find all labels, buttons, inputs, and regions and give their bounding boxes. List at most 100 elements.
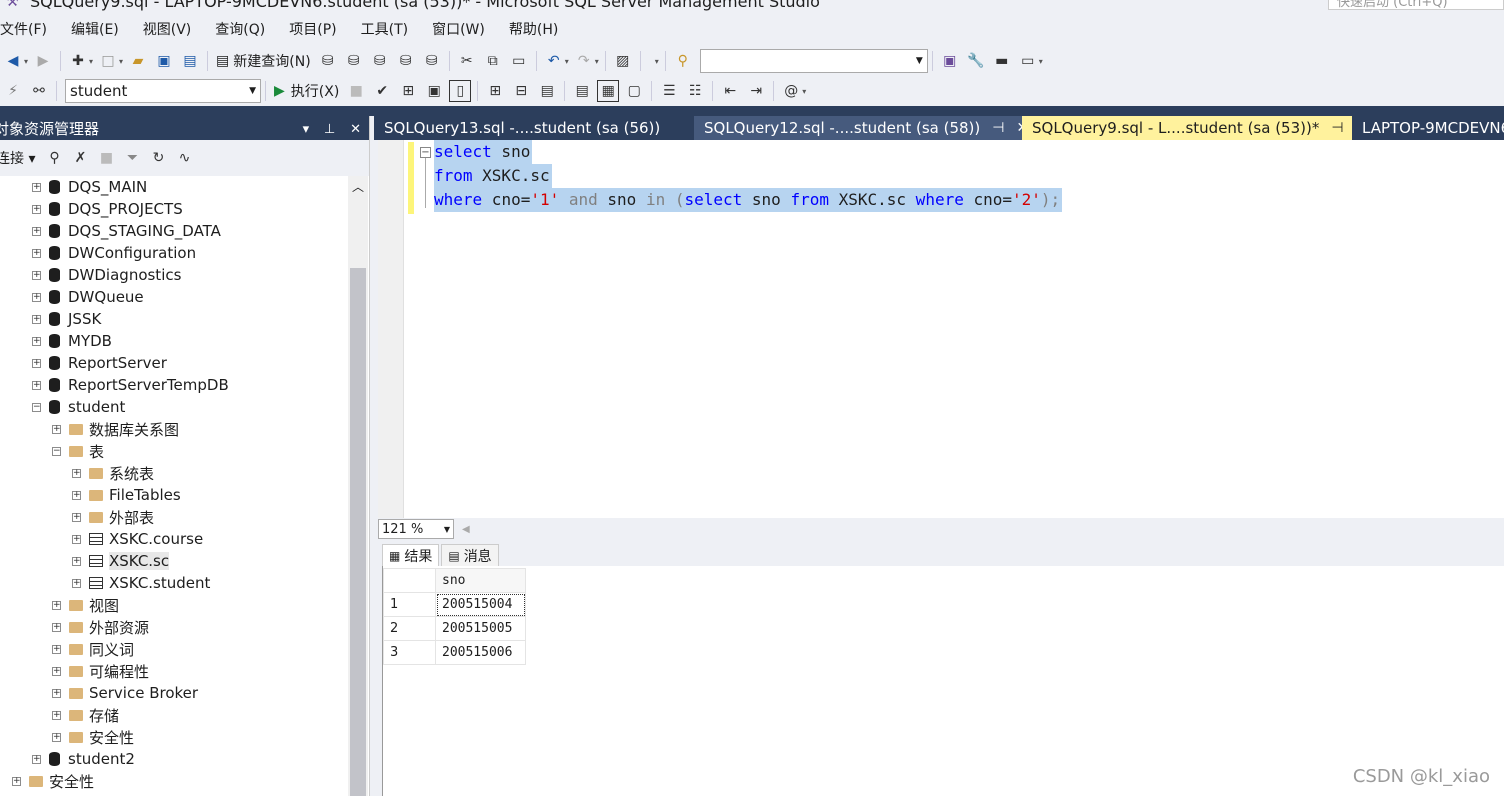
- expand-icon[interactable]: +: [32, 358, 41, 368]
- increase-indent-icon[interactable]: ⇥: [745, 80, 767, 102]
- object-explorer-scrollbar[interactable]: ︿: [348, 176, 368, 796]
- query-icon[interactable]: ⛁: [317, 50, 339, 72]
- tab-sqlquery12[interactable]: SQLQuery12.sql -....student (sa (58))⊣✕: [694, 116, 1028, 140]
- dax-query-icon[interactable]: ⛁: [421, 50, 443, 72]
- undo-dropdown-icon[interactable]: ▾: [565, 57, 569, 66]
- toolbox-icon[interactable]: ▬: [991, 50, 1013, 72]
- tree-node[interactable]: + DQS_MAIN: [32, 176, 147, 198]
- activity-icon[interactable]: ∿: [173, 147, 195, 169]
- disconnect-plug-icon[interactable]: ✗: [69, 147, 91, 169]
- row-number[interactable]: 2: [383, 616, 436, 641]
- console-icon[interactable]: ▭: [1017, 50, 1039, 72]
- tab-messages[interactable]: ▤ 消息: [441, 544, 499, 566]
- back-icon[interactable]: ◀: [2, 50, 24, 72]
- back-dropdown-icon[interactable]: ▾: [24, 57, 28, 66]
- menu-window[interactable]: 窗口(W): [420, 19, 497, 39]
- expand-icon[interactable]: +: [52, 622, 61, 632]
- expand-icon[interactable]: +: [32, 248, 41, 258]
- pin-icon[interactable]: ⊣: [1331, 120, 1343, 136]
- table-row[interactable]: 3 200515006: [383, 640, 526, 665]
- expand-icon[interactable]: +: [52, 424, 61, 434]
- tab-results[interactable]: ▦ 结果: [382, 544, 440, 566]
- client-stats-icon[interactable]: ▤: [536, 80, 558, 102]
- disconnect-icon[interactable]: ⚯: [28, 80, 50, 102]
- expand-icon[interactable]: +: [72, 556, 81, 566]
- dmx-query-icon[interactable]: ⛁: [369, 50, 391, 72]
- menu-edit[interactable]: 编辑(E): [59, 19, 131, 39]
- decrease-indent-icon[interactable]: ⇤: [719, 80, 741, 102]
- column-header-sno[interactable]: sno: [435, 568, 526, 593]
- toolbar-overflow-icon[interactable]: ▾: [1039, 57, 1043, 66]
- find-icon[interactable]: ⚲: [672, 50, 694, 72]
- expand-icon[interactable]: +: [52, 732, 61, 742]
- save-icon[interactable]: ▣: [153, 50, 175, 72]
- tree-node[interactable]: − 表: [52, 440, 104, 462]
- results-to-file2-icon[interactable]: ▢: [623, 80, 645, 102]
- execute-button[interactable]: ▶ 执行(X): [270, 81, 343, 101]
- tree-node[interactable]: + DWConfiguration: [32, 242, 196, 264]
- forward-icon[interactable]: ▶: [32, 50, 54, 72]
- tree-node[interactable]: + XSKC.sc: [72, 550, 170, 572]
- tree-node[interactable]: + DQS_PROJECTS: [32, 198, 183, 220]
- expand-icon[interactable]: +: [52, 710, 61, 720]
- find-combobox[interactable]: ▼: [699, 49, 928, 73]
- redo-icon[interactable]: ↷: [573, 50, 595, 72]
- comment-icon[interactable]: ☰: [658, 80, 680, 102]
- activity-monitor-icon[interactable]: ▨: [612, 50, 634, 72]
- menu-view[interactable]: 视图(V): [131, 19, 204, 39]
- zoom-selector[interactable]: 121 % ▼: [378, 519, 454, 539]
- tab-laptop-server[interactable]: LAPTOP-9MCDEVN6...: [1352, 116, 1504, 140]
- menu-project[interactable]: 项目(P): [277, 19, 348, 39]
- scroll-left-icon[interactable]: ◀: [462, 524, 470, 535]
- pin-icon[interactable]: ⊣: [992, 120, 1004, 136]
- scrollbar-thumb[interactable]: [350, 268, 366, 796]
- tree-node[interactable]: + 外部表: [72, 506, 154, 528]
- results-to-text-icon[interactable]: ▤: [571, 80, 593, 102]
- new-project-icon[interactable]: ✚: [67, 50, 89, 72]
- cell-sno[interactable]: 200515006: [435, 640, 526, 665]
- tree-node[interactable]: + XSKC.course: [72, 528, 203, 550]
- undo-icon[interactable]: ↶: [543, 50, 565, 72]
- menu-help[interactable]: 帮助(H): [497, 19, 570, 39]
- save-all-icon[interactable]: ▤: [179, 50, 201, 72]
- connect-plug-icon[interactable]: ⚲: [43, 147, 65, 169]
- paste-icon[interactable]: ▭: [508, 50, 530, 72]
- expand-icon[interactable]: +: [72, 534, 81, 544]
- add-item-dropdown-icon[interactable]: ▾: [119, 57, 123, 66]
- row-number-header[interactable]: [383, 568, 436, 593]
- tree-node[interactable]: + DQS_STAGING_DATA: [32, 220, 221, 242]
- tree-node[interactable]: + JSSK: [32, 308, 101, 330]
- parse-check-icon[interactable]: ✔: [371, 80, 393, 102]
- expand-icon[interactable]: +: [32, 336, 41, 346]
- tree-node[interactable]: + DWQueue: [32, 286, 144, 308]
- tree-node[interactable]: + FileTables: [72, 484, 181, 506]
- mdx-query-icon[interactable]: ⛁: [343, 50, 365, 72]
- expand-icon[interactable]: +: [32, 380, 41, 390]
- expand-icon[interactable]: +: [32, 270, 41, 280]
- xmla-query-icon[interactable]: ⛁: [395, 50, 417, 72]
- expand-icon[interactable]: +: [72, 512, 81, 522]
- stop-icon[interactable]: ■: [95, 147, 117, 169]
- menu-query[interactable]: 查询(Q): [203, 19, 277, 39]
- expand-icon[interactable]: +: [32, 204, 41, 214]
- actual-plan-icon[interactable]: ⊞: [484, 80, 506, 102]
- solution-explorer-icon[interactable]: ▣: [939, 50, 961, 72]
- expand-icon[interactable]: +: [32, 754, 41, 764]
- filter-icon[interactable]: ⏷: [121, 147, 143, 169]
- new-query-button[interactable]: ▤ 新建查询(N): [212, 51, 315, 71]
- connect-icon[interactable]: ⚡: [2, 80, 24, 102]
- tree-node[interactable]: + 系统表: [72, 462, 154, 484]
- collapse-icon[interactable]: −: [420, 147, 431, 158]
- expand-icon[interactable]: +: [52, 644, 61, 654]
- config-dropdown-icon[interactable]: ▾: [655, 57, 659, 66]
- tree-node[interactable]: + 同义词: [52, 638, 134, 660]
- row-number[interactable]: 3: [383, 640, 436, 665]
- expand-icon[interactable]: +: [12, 776, 21, 786]
- tree-node[interactable]: + 安全性: [12, 770, 94, 792]
- refresh-icon[interactable]: ↻: [147, 147, 169, 169]
- tree-node[interactable]: + ReportServerTempDB: [32, 374, 229, 396]
- results-to-file-icon[interactable]: ▯: [449, 80, 472, 102]
- close-icon[interactable]: ✕: [350, 122, 361, 137]
- expand-icon[interactable]: +: [52, 688, 61, 698]
- sql-code-editor[interactable]: − select sno from XSKC.sc where cno='1' …: [378, 140, 1504, 518]
